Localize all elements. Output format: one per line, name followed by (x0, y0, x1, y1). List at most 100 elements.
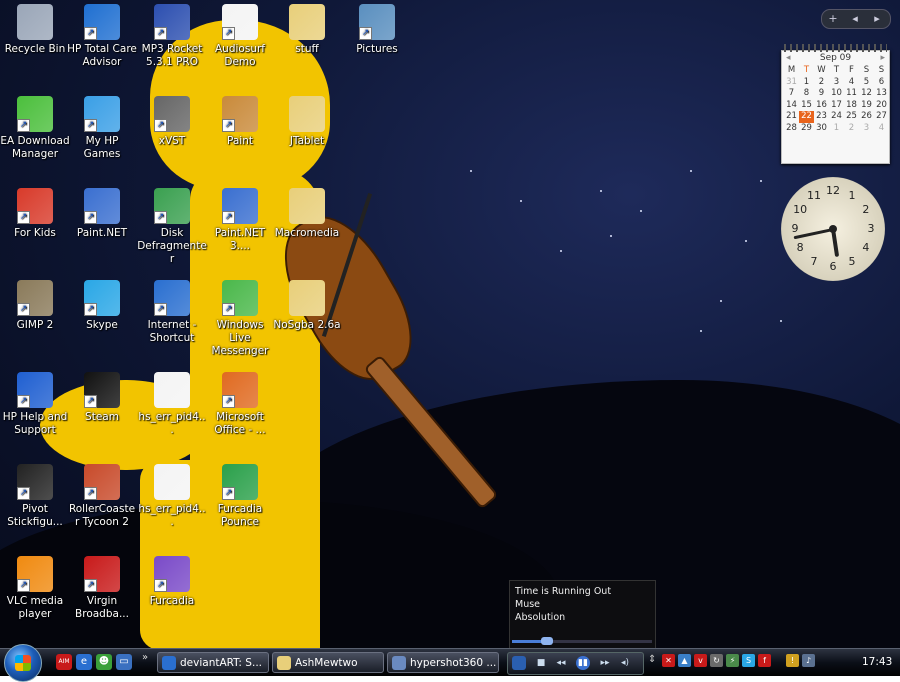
tray-alert-icon[interactable]: ! (786, 654, 799, 667)
calendar-day[interactable]: 5 (859, 77, 874, 89)
desktop-icon-paint[interactable]: ↗ Paint (205, 96, 275, 148)
desktop-icon-hp-help-support[interactable]: ↗ HP Help and Support (0, 372, 70, 437)
calendar-day[interactable]: 9 (814, 88, 829, 100)
desktop-icon-vlc[interactable]: ↗ VLC media player (0, 556, 70, 621)
tray-volume-icon[interactable]: ♪ (802, 654, 815, 667)
tray-virgin-icon[interactable]: v (694, 654, 707, 667)
tray-skype-icon[interactable]: S (742, 654, 755, 667)
wmp-logo-icon[interactable] (512, 656, 526, 670)
calendar-day[interactable]: 18 (844, 100, 859, 112)
calendar-day[interactable]: 24 (829, 111, 844, 123)
calendar-day[interactable]: 29 (799, 123, 814, 135)
tray-flash-icon[interactable]: f (758, 654, 771, 667)
calendar-day[interactable]: 3 (859, 123, 874, 135)
ie-icon[interactable]: e (76, 654, 92, 670)
tray-network-icon[interactable]: ▲ (678, 654, 691, 667)
clock-gadget[interactable]: 12 1 2 3 4 5 6 7 8 9 10 11 (781, 177, 885, 281)
desktop-icon-paint-net-3[interactable]: ↗ Paint.NET 3.... (205, 188, 275, 253)
calendar-day[interactable]: 10 (829, 88, 844, 100)
tray-shield-icon[interactable]: ✕ (662, 654, 675, 667)
desktop-icon-pivot-stickfigure[interactable]: ↗ Pivot Stickfigu... (0, 464, 70, 529)
wmp-next-button[interactable]: ▸▸ (598, 656, 612, 670)
calendar-day[interactable]: 6 (874, 77, 889, 89)
desktop-icon-recycle-bin[interactable]: Recycle Bin (0, 4, 70, 56)
desktop-icon-rollercoaster-tycoon-2[interactable]: ↗ RollerCoaster Tycoon 2 (67, 464, 137, 529)
wmp-previous-button[interactable]: ◂◂ (554, 656, 568, 670)
desktop-icon-steam[interactable]: ↗ Steam (67, 372, 137, 424)
calendar-day[interactable]: 4 (874, 123, 889, 135)
quick-launch-overflow-button[interactable]: » (142, 652, 148, 663)
tray-power-icon[interactable]: ⚡ (726, 654, 739, 667)
calendar-day[interactable]: 31 (784, 77, 799, 89)
desktop-icon-furcadia-pounce[interactable]: ↗ Furcadia Pounce (205, 464, 275, 529)
tray-sync-icon[interactable]: ↻ (710, 654, 723, 667)
desktop-icon-stuff[interactable]: stuff (272, 4, 342, 56)
calendar-day[interactable]: 30 (814, 123, 829, 135)
now-playing-popup[interactable]: Time is Running Out Muse Absolution (509, 580, 656, 648)
desktop-icon-nosgba[interactable]: NoSgba 2.6a (272, 280, 342, 332)
desktop-icon-microsoft-office[interactable]: ↗ Microsoft Office - ... (205, 372, 275, 437)
calendar-day[interactable]: 21 (784, 111, 799, 123)
sidebar-prev-button[interactable]: ◂ (844, 10, 866, 28)
calendar-day[interactable]: 25 (844, 111, 859, 123)
desktop-icon-paint-net[interactable]: ↗ Paint.NET (67, 188, 137, 240)
calendar-day[interactable]: 4 (844, 77, 859, 89)
desktop-icon-xvst[interactable]: ↗ xVST (137, 96, 207, 148)
calendar-prev-month-button[interactable]: ◂ (786, 51, 791, 65)
add-gadget-button[interactable]: + (822, 10, 844, 28)
calendar-day[interactable]: 13 (874, 88, 889, 100)
sidebar-next-button[interactable]: ▸ (866, 10, 888, 28)
calendar-day[interactable]: 2 (844, 123, 859, 135)
desktop-icon-hp-total-care[interactable]: ↗ HP Total Care Advisor (67, 4, 137, 69)
desktop-icon-my-hp-games[interactable]: ↗ My HP Games (67, 96, 137, 161)
calendar-day[interactable]: 12 (859, 88, 874, 100)
desktop-icon-mp3-rocket[interactable]: ↗ MP3 Rocket 5.3.1 PRO (137, 4, 207, 69)
tray-expand-button[interactable]: ⇕ (648, 654, 656, 665)
calendar-day[interactable]: 27 (874, 111, 889, 123)
calendar-day[interactable]: 22 (799, 111, 814, 123)
task-deviantart[interactable]: deviantART: S... (157, 652, 269, 673)
task-hypershot[interactable]: hypershot360 ... (387, 652, 499, 673)
calendar-day[interactable]: 7 (784, 88, 799, 100)
aim-icon[interactable]: AIM (56, 654, 72, 670)
wmp-volume-button[interactable]: ◂) (618, 656, 632, 670)
calendar-day[interactable]: 19 (859, 100, 874, 112)
wmp-stop-button[interactable]: ■ (534, 656, 548, 670)
calendar-next-month-button[interactable]: ▸ (880, 51, 885, 65)
desktop-icon-furcadia[interactable]: ↗ Furcadia (137, 556, 207, 608)
desktop-icon-disk-defragmenter[interactable]: ↗ Disk Defragmenter (137, 188, 207, 266)
taskbar-clock[interactable]: 17:43 (862, 649, 892, 676)
desktop-icon-for-kids[interactable]: ↗ For Kids (0, 188, 70, 240)
desktop-icon-ea-download-manager[interactable]: ↗ EA Download Manager (0, 96, 70, 161)
calendar-day[interactable]: 16 (814, 100, 829, 112)
desktop-icon-jtablet[interactable]: JTablet (272, 96, 342, 148)
task-ashmewtwo[interactable]: AshMewtwo (272, 652, 384, 673)
calendar-day[interactable]: 20 (874, 100, 889, 112)
calendar-day[interactable]: 1 (799, 77, 814, 89)
desktop-icon-skype[interactable]: ↗ Skype (67, 280, 137, 332)
media-player-toolbar[interactable]: ■ ◂◂ ▮▮ ▸▸ ◂) (507, 652, 644, 675)
desktop-icon-gimp-2[interactable]: ↗ GIMP 2 (0, 280, 70, 332)
calendar-day[interactable]: 1 (829, 123, 844, 135)
calendar-gadget[interactable]: ◂ Sep 09 ▸ M T W T F S S 31 1 2 3 4 5 6 7 8 9 10 11 12 13 14 1… (781, 44, 890, 164)
desktop-icon-internet-shortcut[interactable]: ↗ Internet - Shortcut (137, 280, 207, 345)
calendar-day[interactable]: 17 (829, 100, 844, 112)
calendar-day[interactable]: 8 (799, 88, 814, 100)
desktop-icon-pictures[interactable]: ↗ Pictures (342, 4, 412, 56)
messenger-icon[interactable]: ☻ (96, 654, 112, 670)
calendar-day[interactable]: 26 (859, 111, 874, 123)
desktop-icon-macromedia[interactable]: Macromedia (272, 188, 342, 240)
calendar-day[interactable]: 23 (814, 111, 829, 123)
now-playing-seek-handle[interactable] (541, 637, 553, 645)
start-button[interactable] (4, 644, 42, 682)
desktop-icon-audiosurf-demo[interactable]: ↗ Audiosurf Demo (205, 4, 275, 69)
show-desktop-icon[interactable]: ▭ (116, 654, 132, 670)
calendar-day[interactable]: 14 (784, 100, 799, 112)
desktop-icon-windows-live-messenger[interactable]: ↗ Windows Live Messenger (205, 280, 275, 358)
calendar-day[interactable]: 2 (814, 77, 829, 89)
desktop-icon-hs-err-1[interactable]: hs_err_pid4... (137, 372, 207, 437)
desktop-icon-hs-err-2[interactable]: hs_err_pid4... (137, 464, 207, 529)
wmp-pause-button[interactable]: ▮▮ (576, 656, 590, 670)
desktop-icon-virgin-broadband[interactable]: ↗ Virgin Broadba... (67, 556, 137, 621)
now-playing-progress[interactable] (512, 637, 652, 645)
